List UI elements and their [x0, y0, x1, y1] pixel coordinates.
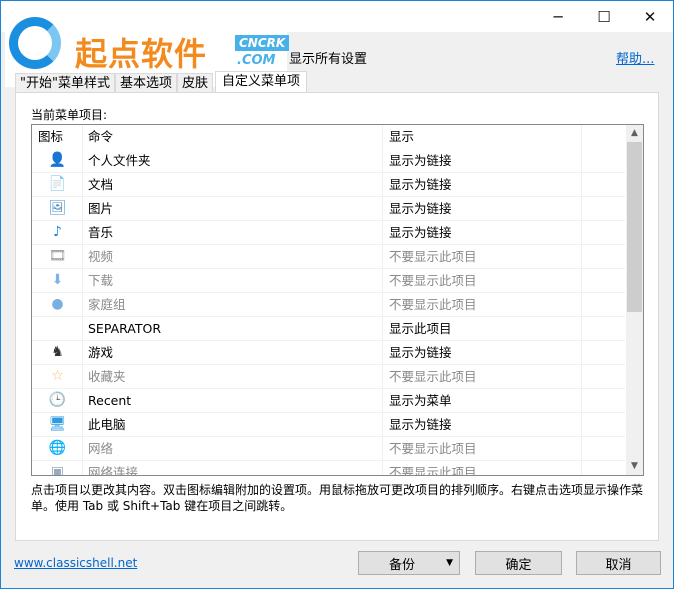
backup-label: 备份	[388, 557, 415, 573]
computer-icon: 🖥	[48, 416, 67, 432]
ok-button[interactable]: 确定	[475, 551, 562, 575]
maximize-button[interactable]: ☐	[581, 1, 627, 32]
settings-window: ─ ☐ ✕ 起点软件 CNCRK .COM 显示所有设置 帮助... "开始"菜…	[0, 0, 674, 589]
dropdown-arrow-icon: ▼	[446, 558, 453, 568]
help-link[interactable]: 帮助...	[616, 48, 654, 67]
list-row[interactable]: 🕒 Recent 显示为菜单	[32, 389, 625, 413]
list-row[interactable]: ♞ 游戏 显示为链接	[32, 341, 625, 365]
logo-text: 起点软件	[75, 35, 208, 73]
list-row[interactable]: ● 家庭组 不要显示此项目	[32, 293, 625, 317]
cancel-button[interactable]: 取消	[576, 551, 661, 575]
display-cell[interactable]: 不要显示此项目	[389, 269, 477, 292]
column-header-icon[interactable]: 图标	[38, 125, 63, 148]
command-cell: 游戏	[88, 345, 114, 360]
website-link[interactable]: www.classicshell.net	[14, 556, 137, 570]
tab-strip: "开始"菜单样式 基本选项 皮肤 自定义菜单项	[15, 71, 308, 93]
tab-basic-settings[interactable]: 基本选项	[114, 73, 177, 93]
list-row[interactable]: SEPARATOR 显示此项目	[32, 317, 625, 341]
minimize-button[interactable]: ─	[535, 1, 581, 32]
command-cell: 家庭组	[88, 297, 126, 312]
display-cell[interactable]: 显示此项目	[389, 317, 452, 340]
vertical-scrollbar[interactable]: ▲ ▼	[626, 125, 643, 475]
tab-customize-menu[interactable]: 自定义菜单项	[215, 71, 308, 93]
picture-icon: 🖼	[48, 200, 67, 216]
command-cell: 网络	[88, 441, 114, 456]
no-icon	[32, 317, 83, 340]
display-cell[interactable]: 显示为菜单	[389, 389, 452, 412]
display-cell[interactable]: 不要显示此项目	[389, 245, 477, 268]
list-label: 当前菜单项目:	[31, 108, 108, 122]
display-cell[interactable]: 显示为链接	[389, 413, 452, 436]
scrollbar-thumb[interactable]	[627, 142, 642, 312]
display-cell[interactable]: 不要显示此项目	[389, 365, 477, 388]
recent-icon: 🕒	[48, 392, 67, 408]
games-icon: ♞	[51, 344, 64, 360]
command-cell: SEPARATOR	[88, 321, 162, 336]
command-cell: 下载	[88, 273, 114, 288]
logo-ring-icon	[9, 17, 61, 69]
display-cell[interactable]: 显示为链接	[389, 221, 452, 244]
display-cell[interactable]: 不要显示此项目	[389, 461, 477, 475]
command-cell: 音乐	[88, 225, 114, 240]
close-button[interactable]: ✕	[627, 1, 673, 32]
list-row[interactable]: ⬇ 下载 不要显示此项目	[32, 269, 625, 293]
tab-skin[interactable]: 皮肤	[176, 73, 213, 93]
column-header-display[interactable]: 显示	[389, 125, 414, 148]
document-icon: 📄	[48, 176, 67, 192]
menu-items-list[interactable]: 图标 命令 显示 👤 个人文件夹 显示为链接 📄 文档 显示为链接 🖼 图片 显示为链接 ♪ 音乐显…	[31, 124, 644, 476]
command-cell: 个人文件夹	[88, 153, 151, 168]
user-folder-icon: 👤	[48, 152, 67, 168]
tab-start-menu-style[interactable]: "开始"菜单样式	[15, 73, 115, 93]
list-row[interactable]: 🖼 图片 显示为链接	[32, 197, 625, 221]
command-cell: Recent	[88, 393, 132, 408]
list-row[interactable]: 🖥 此电脑 显示为链接	[32, 413, 625, 437]
command-cell: 视频	[88, 249, 114, 264]
list-row[interactable]: ▣ 网络连接 不要显示此项目	[32, 461, 625, 476]
command-cell: 网络连接	[88, 465, 139, 476]
homegroup-icon: ●	[51, 296, 64, 312]
music-icon: ♪	[53, 224, 62, 240]
list-header: 图标 命令 显示	[32, 125, 625, 149]
list-row[interactable]: ☆ 收藏夹 不要显示此项目	[32, 365, 625, 389]
show-all-settings-checkbox[interactable]: 显示所有设置	[289, 48, 367, 67]
display-cell[interactable]: 不要显示此项目	[389, 293, 477, 316]
network-connections-icon: ▣	[50, 464, 65, 476]
network-icon: 🌐	[48, 440, 67, 456]
display-cell[interactable]: 显示为链接	[389, 149, 452, 172]
display-cell[interactable]: 不要显示此项目	[389, 437, 477, 460]
command-cell: 此电脑	[88, 417, 126, 432]
video-icon: 🎞	[48, 248, 67, 264]
command-cell: 收藏夹	[88, 369, 126, 384]
display-cell[interactable]: 显示为链接	[389, 197, 452, 220]
display-cell[interactable]: 显示为链接	[389, 341, 452, 364]
list-row[interactable]: 📄 文档 显示为链接	[32, 173, 625, 197]
favorites-icon: ☆	[51, 368, 64, 384]
list-row[interactable]: 🌐 网络 不要显示此项目	[32, 437, 625, 461]
logo-badge: CNCRK	[235, 35, 290, 51]
list-row[interactable]: 🎞 视频 不要显示此项目	[32, 245, 625, 269]
list-row[interactable]: 👤 个人文件夹 显示为链接	[32, 149, 625, 173]
command-cell: 文档	[88, 177, 114, 192]
column-header-command[interactable]: 命令	[88, 125, 113, 148]
help-text: 点击项目以更改其内容。双击图标编辑附加的设置项。用鼠标拖放可更改项目的排列顺序。…	[31, 483, 644, 513]
backup-button[interactable]: 备份 ▼	[358, 551, 460, 575]
scroll-down-icon[interactable]: ▼	[626, 458, 643, 475]
scroll-up-icon[interactable]: ▲	[626, 125, 643, 142]
command-cell: 图片	[88, 201, 114, 216]
display-cell[interactable]: 显示为链接	[389, 173, 452, 196]
logo-com: .COM	[237, 53, 276, 68]
download-icon: ⬇	[51, 272, 64, 288]
list-row[interactable]: ♪ 音乐 显示为链接	[32, 221, 625, 245]
